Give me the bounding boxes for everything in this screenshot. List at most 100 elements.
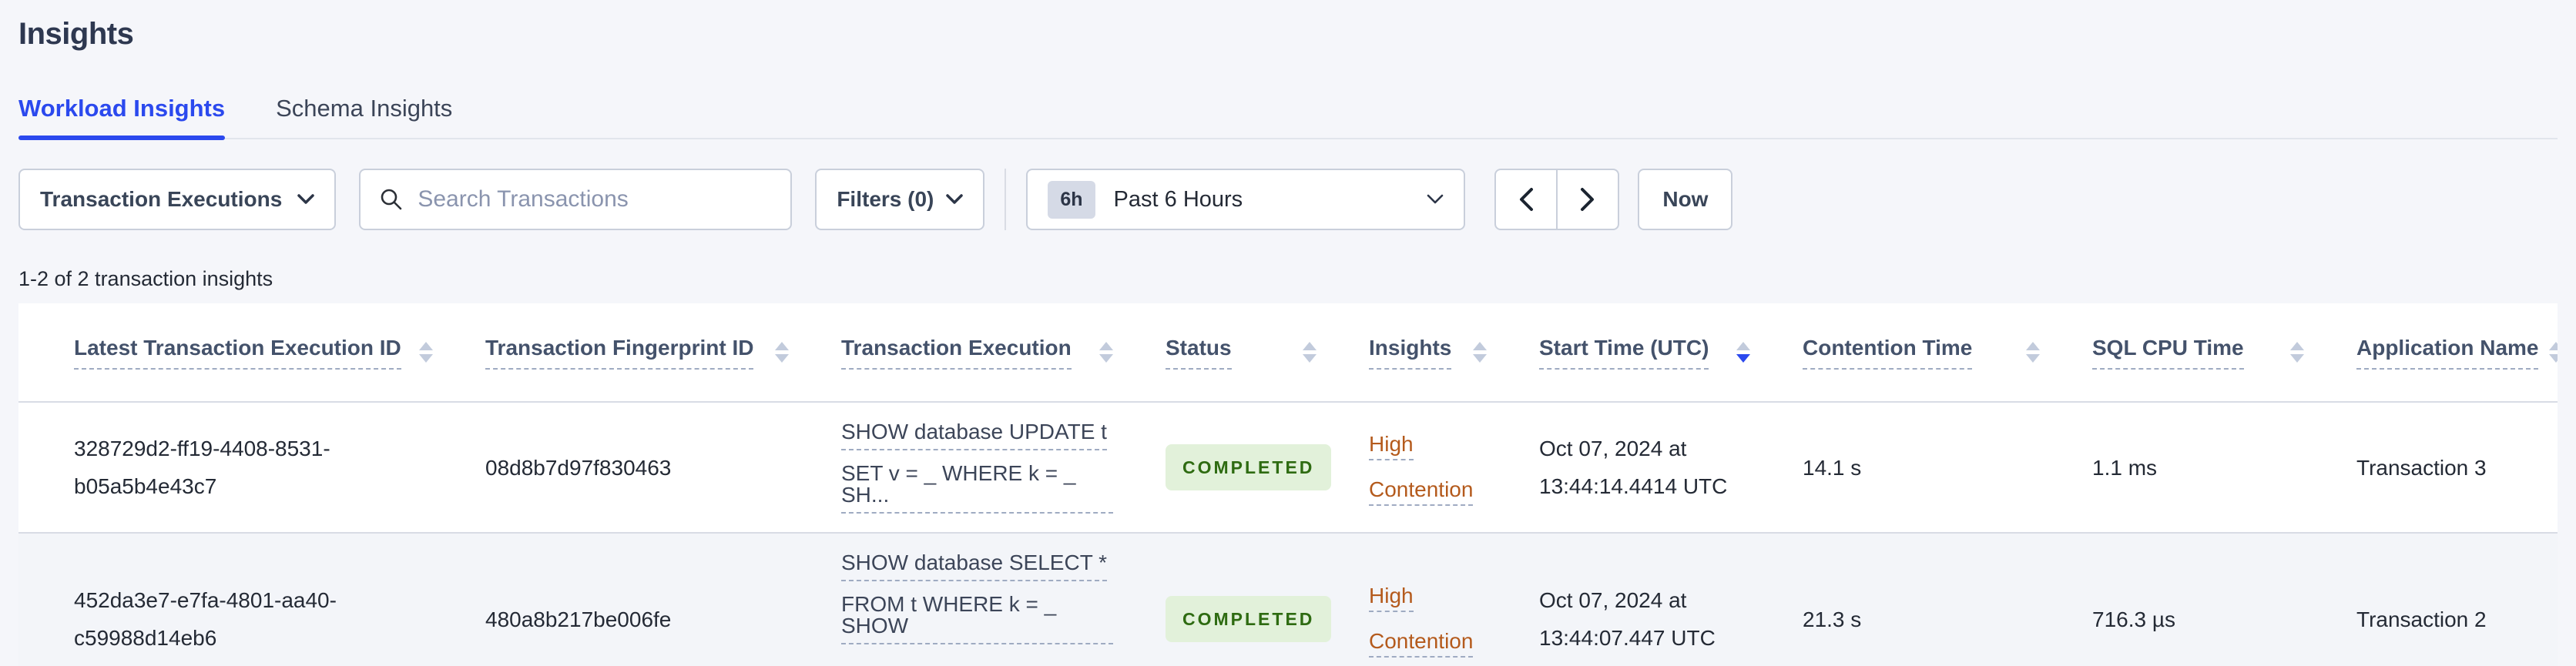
search-input[interactable] <box>418 186 773 213</box>
contention-time-cell: 21.3 s <box>1803 607 1862 631</box>
controls-row: Transaction Executions Filters (0) 6h Pa… <box>18 169 2558 230</box>
filters-button[interactable]: Filters (0) <box>815 169 985 230</box>
page-title: Insights <box>18 17 134 51</box>
tab-workload-insights[interactable]: Workload Insights <box>18 95 226 140</box>
column-label: Contention Time <box>1803 336 1973 370</box>
column-label: Latest Transaction Execution ID <box>74 336 401 370</box>
column-header-contention-time[interactable]: Contention Time <box>1766 303 2055 403</box>
column-header-sql-cpu-time[interactable]: SQL CPU Time <box>2055 303 2319 403</box>
search-icon <box>379 187 404 212</box>
column-header-transaction-fingerprint-id[interactable]: Transaction Fingerprint ID <box>448 303 804 403</box>
workload-type-select[interactable]: Transaction Executions <box>18 169 337 230</box>
sort-icon[interactable] <box>775 342 789 363</box>
high-contention-link[interactable]: High Contention <box>1369 432 1474 506</box>
sort-up-arrow <box>775 342 789 350</box>
tabbar: Workload Insights Schema Insights <box>18 95 2558 140</box>
sort-down-arrow <box>419 354 433 363</box>
sort-up-arrow <box>2290 342 2304 350</box>
sort-down-arrow <box>775 354 789 363</box>
time-range-dropdown[interactable]: 6h Past 6 Hours <box>1026 169 1466 230</box>
workload-type-value: Transaction Executions <box>40 187 283 211</box>
start-time-date: Oct 07, 2024 at <box>1539 588 1687 612</box>
sort-icon[interactable] <box>419 342 433 363</box>
status-cell: COMPLETED <box>1129 402 1332 533</box>
chevron-left-icon <box>1518 187 1535 212</box>
status-badge: COMPLETED <box>1166 443 1332 491</box>
now-button[interactable]: Now <box>1638 169 1733 230</box>
status-badge: COMPLETED <box>1166 595 1332 643</box>
insights-table-card: Latest Transaction Execution ID Transact… <box>18 303 2558 666</box>
sort-up-arrow <box>2026 342 2040 350</box>
sort-up-arrow <box>1473 342 1487 350</box>
previous-time-range-button[interactable] <box>1494 169 1558 230</box>
time-step-buttons <box>1494 169 1620 230</box>
column-label: Application Name <box>2356 336 2539 370</box>
transaction-execution-link[interactable]: SHOW database SELECT * <box>841 552 1107 581</box>
next-time-range-button[interactable] <box>1556 169 1620 230</box>
sort-up-arrow <box>1303 342 1317 350</box>
application-name-cell: Transaction 2 <box>2356 607 2487 631</box>
high-contention-link[interactable]: High Contention <box>1369 584 1474 658</box>
column-label: SQL CPU Time <box>2092 336 2244 370</box>
transaction-execution-cell: SHOW database UPDATE t SET v = _ WHERE k… <box>804 402 1129 533</box>
fingerprint-id-cell: 480a8b217be006fe <box>485 607 672 631</box>
sql-cpu-time-cell: 716.3 µs <box>2092 607 2175 631</box>
column-header-insights[interactable]: Insights <box>1332 303 1502 403</box>
column-label: Transaction Execution <box>841 336 1072 370</box>
column-label: Transaction Fingerprint ID <box>485 336 754 370</box>
sort-down-arrow <box>2549 354 2558 363</box>
insights-table: Latest Transaction Execution ID Transact… <box>18 303 2558 666</box>
sort-up-arrow <box>1736 342 1750 350</box>
tab-label: Schema Insights <box>276 95 453 122</box>
start-time-cell: Oct 07, 2024 at 13:44:14.4414 UTC <box>1502 402 1766 533</box>
execution-id-cell: 452da3e7-e7fa-4801-aa40-c59988d14eb6 <box>74 588 337 650</box>
chevron-down-icon <box>946 194 964 205</box>
column-label: Insights <box>1369 336 1452 370</box>
start-time-clock: 13:44:07.447 UTC <box>1539 626 1716 650</box>
results-count: 1-2 of 2 transaction insights <box>18 267 273 290</box>
transaction-execution-link[interactable]: FROM t WHERE k = _ SHOW <box>841 594 1113 644</box>
table-row: 452da3e7-e7fa-4801-aa40-c59988d14eb6 480… <box>18 533 2558 666</box>
chevron-down-icon <box>297 194 315 205</box>
search-box <box>359 169 793 230</box>
column-header-latest-transaction-execution-id[interactable]: Latest Transaction Execution ID <box>18 303 448 403</box>
column-label: Start Time (UTC) <box>1539 336 1709 370</box>
sort-down-arrow <box>2026 354 2040 363</box>
chevron-down-icon <box>1427 194 1444 205</box>
start-time-clock: 13:44:14.4414 UTC <box>1539 474 1728 498</box>
tab-schema-insights[interactable]: Schema Insights <box>276 95 452 138</box>
sort-down-arrow <box>1303 354 1317 363</box>
sort-icon[interactable] <box>2290 342 2304 363</box>
column-header-status[interactable]: Status <box>1129 303 1332 403</box>
sql-cpu-time-cell: 1.1 ms <box>2092 455 2158 480</box>
sort-icon[interactable] <box>2026 342 2040 363</box>
table-row: 328729d2-ff19-4408-8531-b05a5b4e43c7 08d… <box>18 402 2558 533</box>
sort-down-arrow <box>1736 354 1750 363</box>
sort-icon[interactable] <box>2549 342 2558 363</box>
now-label: Now <box>1662 187 1709 211</box>
transaction-execution-link[interactable]: ... <box>841 657 859 666</box>
transaction-execution-link[interactable]: SHOW database UPDATE t <box>841 421 1107 450</box>
sort-down-arrow <box>1473 354 1487 363</box>
tab-label: Workload Insights <box>18 95 226 122</box>
execution-id-cell: 328729d2-ff19-4408-8531-b05a5b4e43c7 <box>74 437 330 498</box>
sort-icon-active-descending[interactable] <box>1736 342 1750 363</box>
sort-icon[interactable] <box>1099 342 1113 363</box>
column-header-transaction-execution[interactable]: Transaction Execution <box>804 303 1129 403</box>
insights-cell: High Contention <box>1332 402 1502 533</box>
sort-down-arrow <box>1099 354 1113 363</box>
insights-page: Insights Workload Insights Schema Insigh… <box>0 0 2576 666</box>
divider <box>1005 169 1007 230</box>
column-header-application-name[interactable]: Application Name <box>2319 303 2558 403</box>
insights-cell: High Contention <box>1332 533 1502 666</box>
transaction-execution-link[interactable]: SET v = _ WHERE k = _ SH... <box>841 463 1113 514</box>
chevron-right-icon <box>1579 187 1596 212</box>
column-label: Status <box>1166 336 1232 370</box>
table-header-row: Latest Transaction Execution ID Transact… <box>18 303 2558 403</box>
start-time-cell: Oct 07, 2024 at 13:44:07.447 UTC <box>1502 533 1766 666</box>
column-header-start-time-utc[interactable]: Start Time (UTC) <box>1502 303 1766 403</box>
sort-icon[interactable] <box>1473 342 1487 363</box>
sort-down-arrow <box>2290 354 2304 363</box>
time-range-label: Past 6 Hours <box>1113 186 1243 212</box>
sort-icon[interactable] <box>1303 342 1317 363</box>
